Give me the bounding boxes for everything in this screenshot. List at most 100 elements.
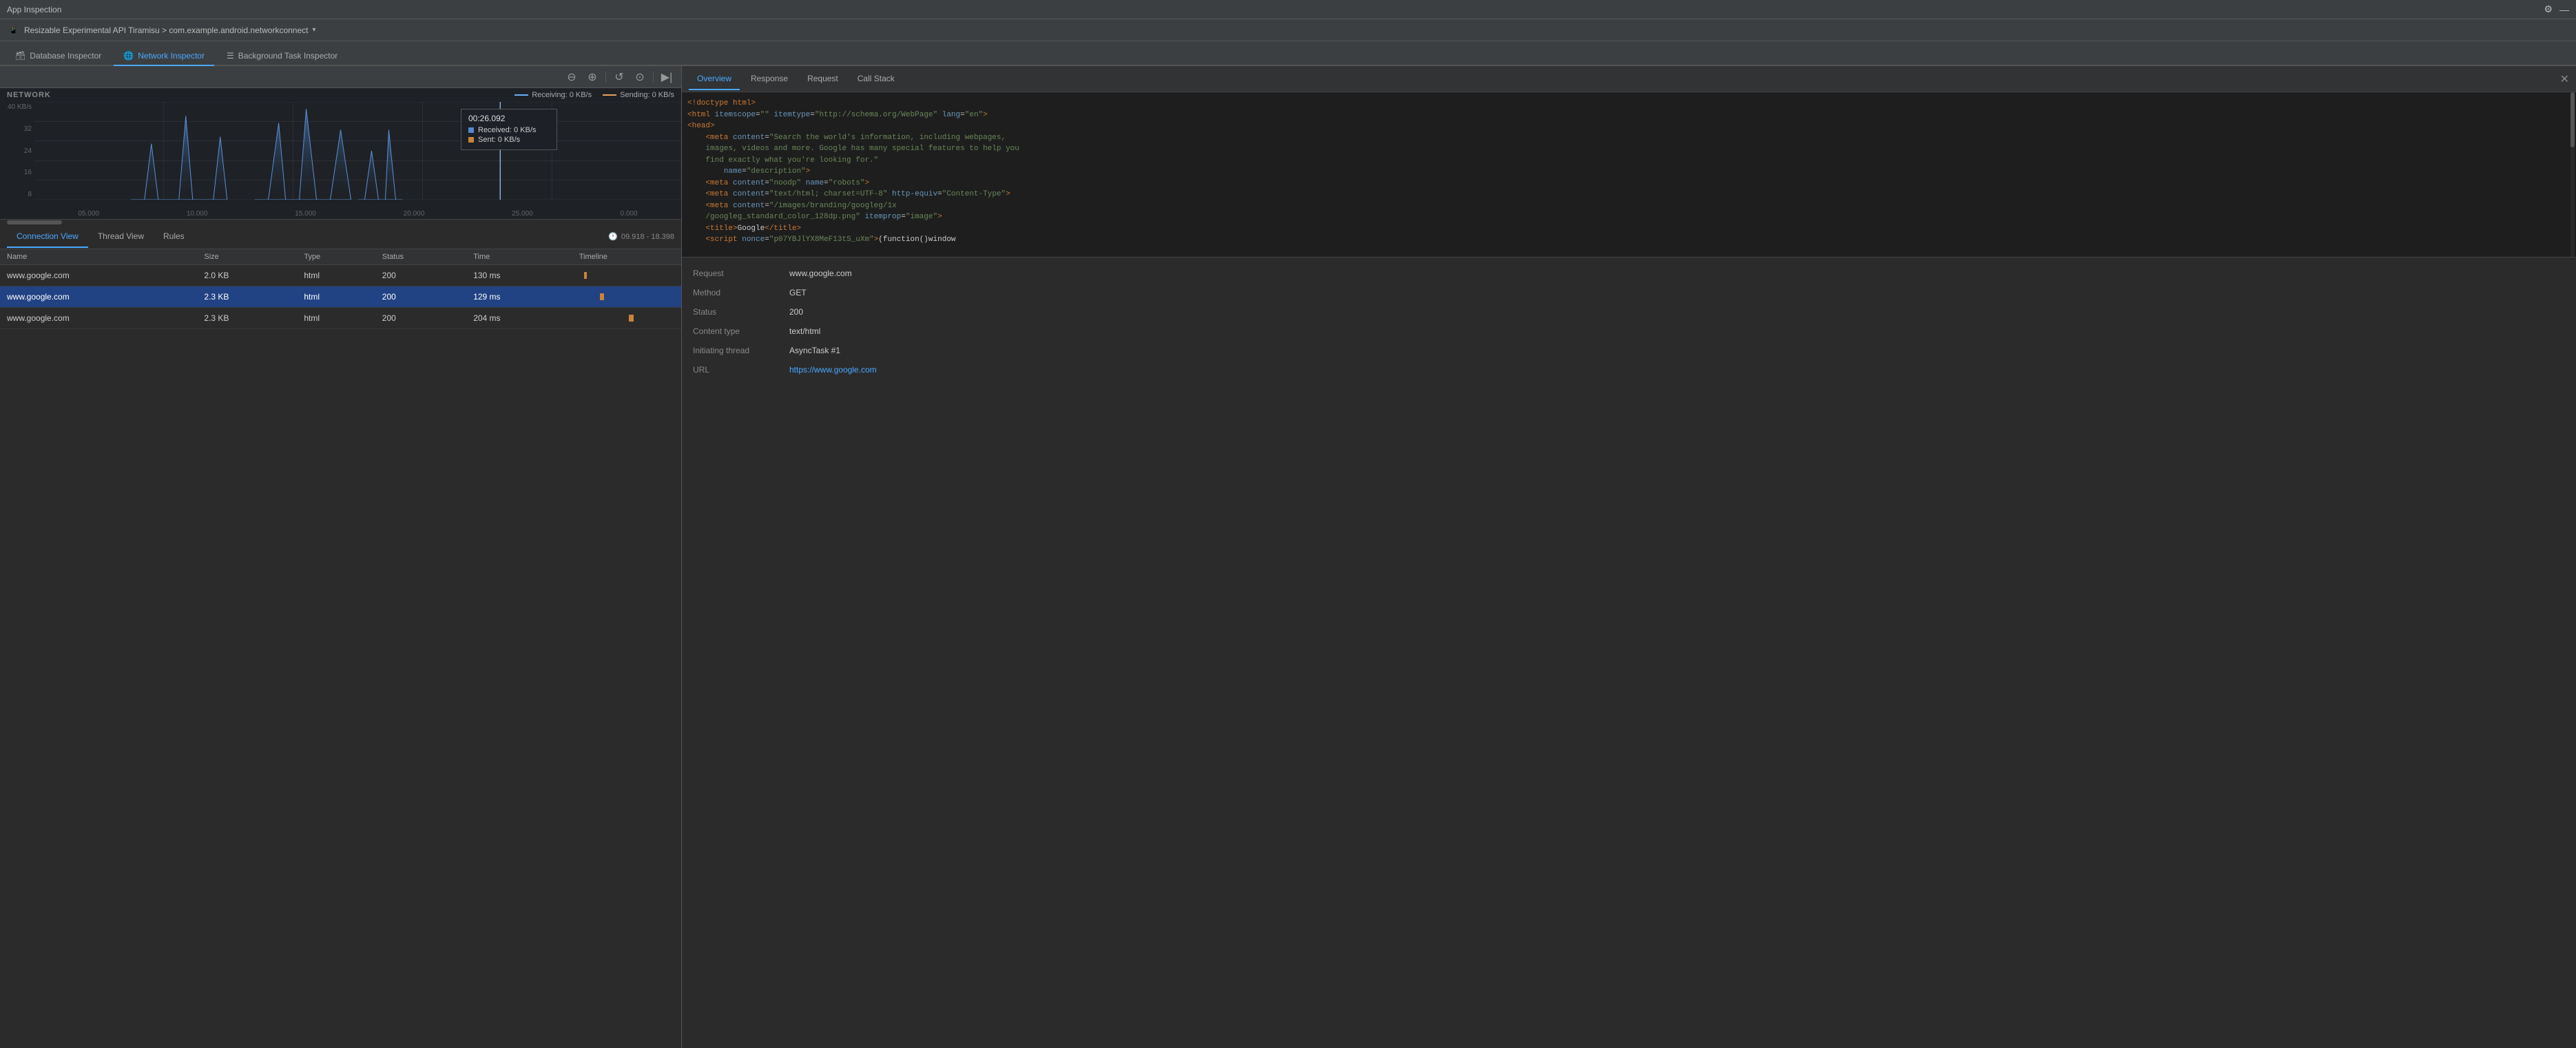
- tab-request[interactable]: Request: [799, 68, 846, 90]
- detail-content-type: Content type text/html: [693, 326, 2565, 336]
- y-label-24: 24: [3, 147, 32, 155]
- code-line-8: <meta content="noodp" name="robots">: [687, 178, 2570, 189]
- legend-sending: Sending: 0 KB/s: [603, 91, 674, 99]
- cell-name: www.google.com: [0, 308, 197, 329]
- detail-content-type-value: text/html: [789, 326, 2565, 336]
- tab-background[interactable]: ☰ Background Task Inspector: [217, 47, 347, 66]
- settings-icon[interactable]: ⊙: [632, 70, 647, 85]
- record-button[interactable]: ▶|: [659, 70, 674, 85]
- code-line-13: <script nonce="p07YBJlYX8MeF13tS_uXm">(f…: [687, 234, 2570, 246]
- x-label-10: 10.000: [187, 210, 208, 218]
- tab-network[interactable]: 🌐 Network Inspector: [114, 47, 214, 66]
- timeline-bar: [584, 272, 587, 279]
- minimize-button[interactable]: —: [2559, 4, 2569, 15]
- table-row[interactable]: www.google.com 2.3 KB html 200 204 ms: [0, 308, 681, 329]
- tab-network-label: Network Inspector: [138, 51, 205, 61]
- cell-time: 130 ms: [466, 265, 572, 286]
- cell-name: www.google.com: [0, 265, 197, 286]
- x-label-20: 20.000: [404, 210, 425, 218]
- table-header: Name Size Type Status Time Timeline: [0, 249, 681, 265]
- toolbar-divider: [605, 72, 606, 83]
- cell-time: 204 ms: [466, 308, 572, 329]
- detail-initiating-thread: Initiating thread AsyncTask #1: [693, 346, 2565, 355]
- tab-rules[interactable]: Rules: [154, 226, 194, 248]
- detail-url-link[interactable]: https://www.google.com: [789, 365, 2565, 375]
- graph-scrollbar[interactable]: [0, 219, 681, 224]
- network-table-container: Name Size Type Status Time Timeline www.…: [0, 249, 681, 1048]
- code-line-6: find exactly what you're looking for.": [687, 155, 2570, 167]
- code-preview: <!doctype html> <html itemscope="" itemt…: [682, 92, 2576, 258]
- response-label: Response: [751, 74, 788, 83]
- x-label-25: 25.000: [512, 210, 533, 218]
- device-selector[interactable]: Resizable Experimental API Tiramisu > co…: [24, 25, 316, 35]
- zoom-out-button[interactable]: ⊖: [564, 70, 579, 85]
- device-bar: 📱 Resizable Experimental API Tiramisu > …: [0, 19, 2576, 41]
- detail-thread-label: Initiating thread: [693, 346, 789, 355]
- tab-background-label: Background Task Inspector: [238, 51, 338, 61]
- tab-overview[interactable]: Overview: [689, 68, 740, 90]
- details-area: Request www.google.com Method GET Status…: [682, 258, 2576, 1048]
- detail-thread-value: AsyncTask #1: [789, 346, 2565, 355]
- code-line-2: <html itemscope="" itemtype="http://sche…: [687, 109, 2570, 121]
- timeline-bar: [600, 293, 604, 300]
- code-line-3: <head>: [687, 120, 2570, 132]
- device-chevron-icon: ▾: [312, 26, 315, 34]
- scrollbar-thumb[interactable]: [7, 220, 62, 224]
- tooltip-time: 00:26.092: [468, 114, 550, 123]
- device-icon: 📱: [8, 25, 19, 35]
- code-line-7: name="description">: [687, 166, 2570, 178]
- clock-icon: 🕐: [608, 232, 618, 241]
- table-row[interactable]: www.google.com 2.3 KB html 200 129 ms: [0, 286, 681, 308]
- detail-status-value: 200: [789, 307, 2565, 317]
- timeline-bar-container: [579, 290, 674, 304]
- app-title: App Inspection: [7, 5, 61, 14]
- table-row[interactable]: www.google.com 2.0 KB html 200 130 ms: [0, 265, 681, 286]
- detail-status: Status 200: [693, 307, 2565, 317]
- y-label-40: 40 KB/s: [3, 103, 32, 111]
- code-scrollbar[interactable]: [2570, 92, 2575, 257]
- connection-view-label: Connection View: [17, 231, 79, 241]
- tooltip-received-dot: [468, 127, 474, 133]
- tab-callstack[interactable]: Call Stack: [849, 68, 903, 90]
- close-right-panel-button[interactable]: ✕: [2560, 72, 2569, 86]
- settings-button[interactable]: ⚙: [2544, 3, 2553, 15]
- cell-timeline: [572, 265, 681, 286]
- col-name: Name: [0, 249, 197, 265]
- code-line-11: /googleg_standard_color_128dp.png" itemp…: [687, 211, 2570, 223]
- network-graph: NETWORK Receiving: 0 KB/s Sending: 0 KB/…: [0, 88, 681, 219]
- x-axis: 05.000 10.000 15.000 20.000 25.000 0.000: [34, 210, 681, 218]
- tooltip-sent-row: Sent: 0 KB/s: [468, 136, 550, 144]
- device-name-label: Resizable Experimental API Tiramisu > co…: [24, 25, 309, 35]
- code-line-4: <meta content="Search the world's inform…: [687, 132, 2570, 144]
- y-axis: 40 KB/s 32 24 16 8: [0, 102, 34, 200]
- x-label-0: 0.000: [621, 210, 638, 218]
- reset-button[interactable]: ↺: [612, 70, 627, 85]
- title-bar: App Inspection ⚙ —: [0, 0, 2576, 19]
- y-label-8: 8: [3, 191, 32, 198]
- tab-response[interactable]: Response: [742, 68, 796, 90]
- col-time: Time: [466, 249, 572, 265]
- detail-method: Method GET: [693, 288, 2565, 297]
- col-size: Size: [197, 249, 297, 265]
- tab-connection-view[interactable]: Connection View: [7, 226, 88, 248]
- chart-tooltip: 00:26.092 Received: 0 KB/s Sent: 0 KB/s: [461, 109, 557, 150]
- y-label-32: 32: [3, 125, 32, 133]
- bg-task-icon: ☰: [227, 51, 234, 61]
- tab-thread-view[interactable]: Thread View: [88, 226, 154, 248]
- detail-request-label: Request: [693, 269, 789, 278]
- col-status: Status: [375, 249, 466, 265]
- code-scrollbar-thumb[interactable]: [2570, 92, 2575, 147]
- callstack-label: Call Stack: [858, 74, 895, 83]
- col-timeline: Timeline: [572, 249, 681, 265]
- network-legend: Receiving: 0 KB/s Sending: 0 KB/s: [515, 91, 674, 99]
- timeline-bar-container: [579, 311, 674, 325]
- tab-database[interactable]: 🗃 Database Inspector: [6, 47, 111, 66]
- legend-receiving-line: [515, 94, 528, 96]
- tooltip-sent-label: Sent: 0 KB/s: [478, 136, 520, 144]
- detail-status-label: Status: [693, 307, 789, 317]
- detail-url: URL https://www.google.com: [693, 365, 2565, 375]
- zoom-in-button[interactable]: ⊕: [585, 70, 600, 85]
- thread-view-label: Thread View: [98, 231, 144, 241]
- chart-area[interactable]: [34, 102, 681, 200]
- cell-size: 2.0 KB: [197, 265, 297, 286]
